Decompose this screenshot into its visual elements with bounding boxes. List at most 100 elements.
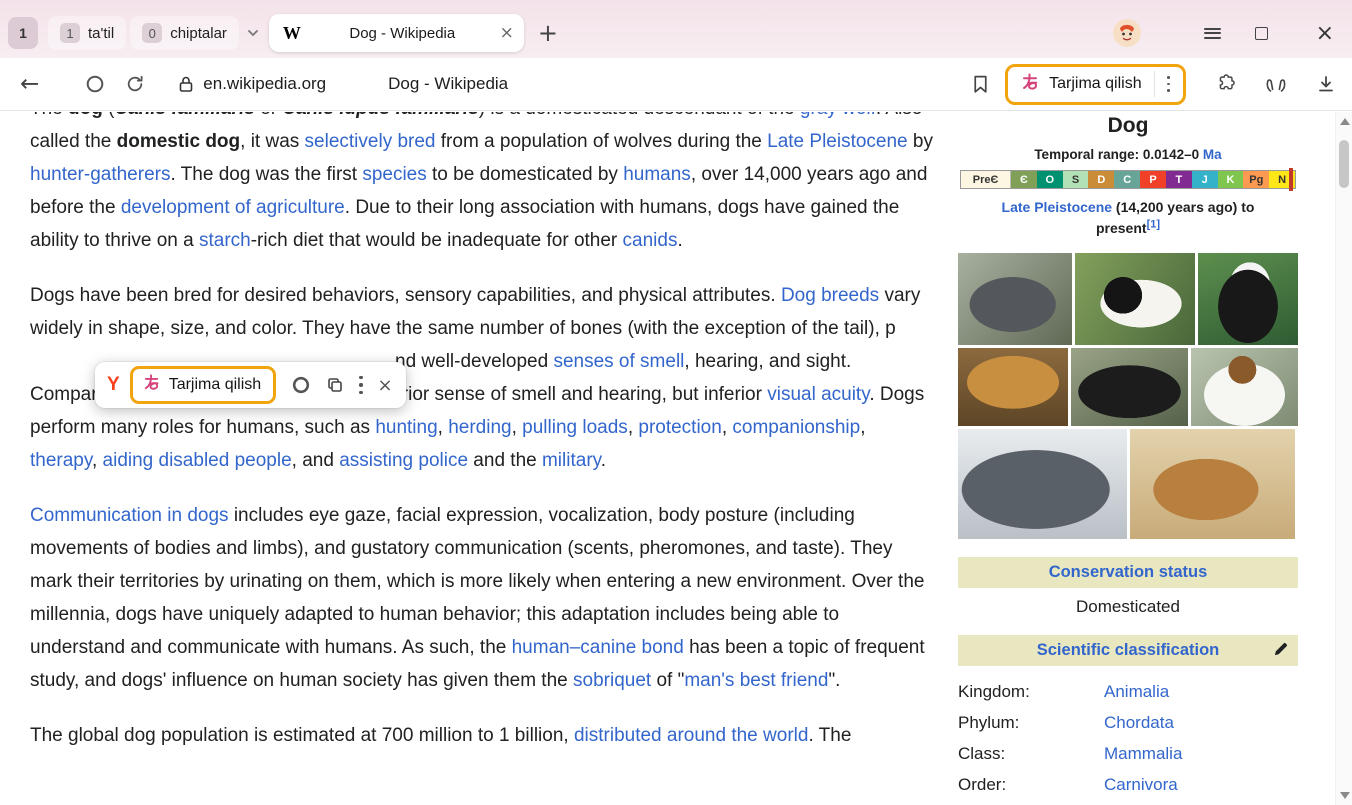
gray-dog-on-rocks-photo[interactable] xyxy=(958,253,1072,345)
timescale-segment-K[interactable]: K xyxy=(1218,171,1244,188)
address-bar-page-title[interactable]: Dog - Wikipedia xyxy=(388,74,508,94)
wiki-link[interactable]: sobriquet xyxy=(573,670,651,691)
dogs-on-beach-photo[interactable] xyxy=(1130,429,1295,539)
wiki-link[interactable]: man's best friend xyxy=(684,670,828,691)
taxonomy-value-link[interactable]: Mammalia xyxy=(1104,744,1182,764)
text-run: , xyxy=(860,417,865,438)
tab-group-count-button[interactable]: 1 xyxy=(8,17,38,49)
window-maximize-icon[interactable] xyxy=(1255,27,1268,40)
lock-icon[interactable] xyxy=(179,75,193,93)
vertical-scrollbar[interactable] xyxy=(1335,112,1352,805)
timescale-segment-C[interactable]: C xyxy=(1114,171,1140,188)
black-white-longhaired-dog-photo[interactable] xyxy=(1198,253,1298,345)
text-run: . xyxy=(601,450,606,471)
wiki-link[interactable]: humans xyxy=(623,164,691,185)
copy-icon[interactable] xyxy=(326,376,344,394)
wiki-link[interactable]: Late Pleistocene xyxy=(1002,199,1113,215)
wiki-link[interactable]: development of agriculture xyxy=(121,197,345,218)
scientific-classification-header[interactable]: Scientific classification xyxy=(958,635,1298,666)
wiki-link[interactable]: distributed around the world xyxy=(574,725,808,746)
tab-close-icon[interactable]: × xyxy=(500,25,514,42)
timescale-segment-PreЄ[interactable]: PreЄ xyxy=(961,171,1011,188)
pinned-tab-chiptalar[interactable]: 0 chiptalar xyxy=(130,16,239,50)
popup-translate-button[interactable]: Tarjima qilish xyxy=(130,366,276,404)
wiki-link[interactable]: aiding disabled people xyxy=(103,450,292,471)
wiki-link[interactable]: Communication in dogs xyxy=(30,505,229,526)
window-close-icon[interactable]: × xyxy=(1316,21,1334,46)
wiki-link[interactable]: therapy xyxy=(30,450,92,471)
text-run: nd well-developed xyxy=(395,351,553,372)
taxonomy-value-link[interactable]: Animalia xyxy=(1104,682,1169,702)
back-icon[interactable]: ← xyxy=(20,71,39,97)
husky-in-snow-photo[interactable] xyxy=(958,429,1127,539)
timescale-segment-Pg[interactable]: Pg xyxy=(1243,171,1269,188)
timescale-segment-T[interactable]: T xyxy=(1166,171,1192,188)
black-white-dog-standing-photo[interactable] xyxy=(1075,253,1195,345)
scroll-up-arrow-icon[interactable] xyxy=(1340,118,1350,125)
edit-pencil-icon[interactable] xyxy=(1273,642,1288,662)
popup-close-icon[interactable]: × xyxy=(378,375,393,396)
timescale-segment-D[interactable]: D xyxy=(1088,171,1114,188)
wiki-link[interactable]: Dog breeds xyxy=(781,285,879,306)
wiki-link[interactable]: Ma xyxy=(1203,147,1222,162)
timescale-segment-S[interactable]: S xyxy=(1063,171,1089,188)
wiki-link[interactable]: Late Pleistocene xyxy=(767,131,908,152)
new-tab-button[interactable]: + xyxy=(538,21,558,45)
bookmark-icon[interactable] xyxy=(972,74,989,95)
wiki-link[interactable]: senses of smell xyxy=(553,351,684,372)
wiki-link[interactable]: canids xyxy=(623,230,678,251)
taxonomy-value-link[interactable]: Carnivora xyxy=(1104,775,1178,795)
taxonomy-value-link[interactable]: Chordata xyxy=(1104,713,1174,733)
profile-avatar[interactable] xyxy=(1112,18,1142,48)
pinned-tab-tatil[interactable]: 1 ta'til xyxy=(48,16,126,50)
wiki-link[interactable]: selectively bred xyxy=(305,131,436,152)
timescale-segment-P[interactable]: P xyxy=(1140,171,1166,188)
download-icon[interactable] xyxy=(1316,74,1336,94)
tab-counter-badge: 1 xyxy=(60,23,80,43)
scientific-classification-label: Scientific classification xyxy=(1037,641,1219,659)
yandex-logo-icon[interactable]: Y xyxy=(107,374,120,396)
wiki-link[interactable]: starch xyxy=(199,230,251,251)
url-domain[interactable]: en.wikipedia.org xyxy=(203,74,326,94)
text-run: by xyxy=(908,131,933,152)
text-run: Dogs have been bred for desired behavior… xyxy=(30,285,781,306)
popup-translate-label: Tarjima qilish xyxy=(169,376,261,394)
page-content: The dog (Canis familiaris or Canis lupus… xyxy=(0,112,1352,805)
timescale-segment-Є[interactable]: Є xyxy=(1011,171,1037,188)
gloves-icon[interactable] xyxy=(1264,74,1288,94)
wiki-link[interactable]: assisting police xyxy=(339,450,468,471)
browser-toolbar: ← en.wikipedia.org Dog - Wikipedia xyxy=(0,58,1352,111)
translate-button[interactable]: Tarjima qilish xyxy=(1005,64,1186,105)
scrollbar-thumb[interactable] xyxy=(1339,140,1349,188)
popup-more-options-icon[interactable] xyxy=(359,374,362,397)
wiki-link[interactable]: pulling loads xyxy=(522,417,628,438)
reference-link[interactable]: [1] xyxy=(1147,218,1160,230)
scroll-down-arrow-icon[interactable] xyxy=(1340,792,1350,799)
alice-assistant-icon[interactable] xyxy=(291,375,311,395)
wiki-link[interactable]: human–canine bond xyxy=(512,637,684,658)
wiki-link[interactable]: visual acuity xyxy=(767,384,869,405)
taxonomy-rank: Order: xyxy=(958,775,1104,795)
timescale-segment-O[interactable]: O xyxy=(1037,171,1063,188)
tab-list-chevron-icon[interactable] xyxy=(247,29,259,37)
wiki-link[interactable]: companionship xyxy=(732,417,860,438)
wiki-link[interactable]: species xyxy=(362,164,426,185)
wiki-link[interactable]: hunter-gatherers xyxy=(30,164,170,185)
active-tab[interactable]: W Dog - Wikipedia × xyxy=(269,14,524,52)
wiki-link[interactable]: herding xyxy=(448,417,511,438)
white-brown-terrier-photo[interactable] xyxy=(1191,348,1298,426)
timescale-segment-J[interactable]: J xyxy=(1192,171,1218,188)
browser-menu-icon[interactable] xyxy=(1204,25,1221,41)
black-labrador-photo[interactable] xyxy=(1071,348,1188,426)
conservation-status-header[interactable]: Conservation status xyxy=(958,557,1298,588)
reload-icon[interactable] xyxy=(125,74,145,94)
wiki-link[interactable]: hunting xyxy=(375,417,437,438)
wiki-link[interactable]: military xyxy=(542,450,601,471)
translate-options-icon[interactable] xyxy=(1154,71,1177,97)
extensions-puzzle-icon[interactable] xyxy=(1214,73,1236,95)
wiki-link[interactable]: protection xyxy=(638,417,721,438)
wiki-link[interactable]: gray wolf xyxy=(800,112,876,119)
golden-retriever-swimming-photo[interactable] xyxy=(958,348,1068,426)
yandex-services-icon[interactable] xyxy=(85,74,105,94)
translate-icon xyxy=(142,373,161,397)
